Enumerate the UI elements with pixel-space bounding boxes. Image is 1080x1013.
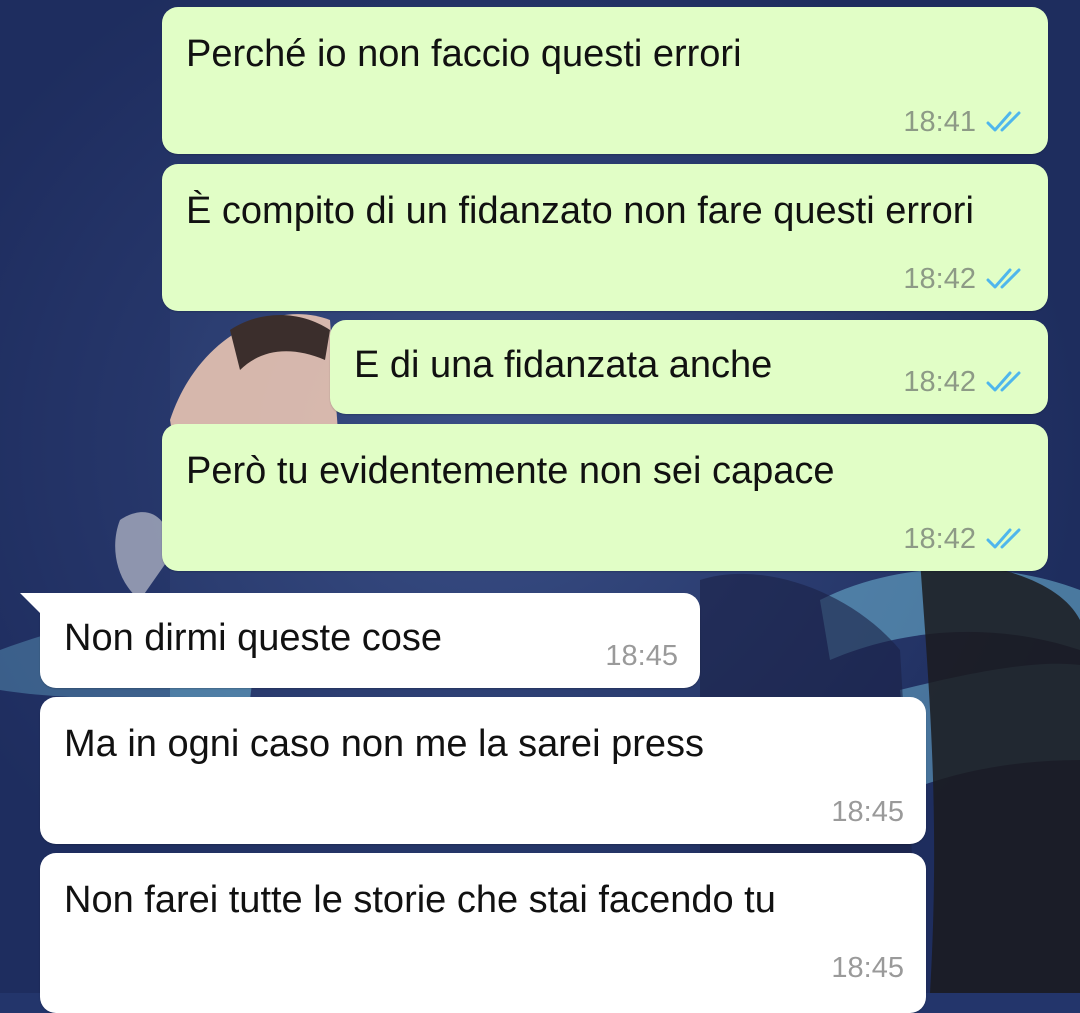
message-text: Perché io non faccio questi errori [186,33,742,75]
message-meta: 18:42 [903,261,1026,297]
message-text: Ma in ogni caso non me la sarei press [64,723,704,765]
message-time: 18:45 [605,639,678,672]
message-meta: 18:41 [903,104,1026,140]
double-check-icon [986,111,1021,132]
message-text: È compito di un fidanzato non fare quest… [186,190,974,232]
incoming-message[interactable]: Ma in ogni caso non me la sarei press 18… [40,697,926,844]
message-time: 18:45 [831,951,904,984]
incoming-message[interactable]: Non dirmi queste cose 18:45 [20,593,700,688]
message-time: 18:42 [903,522,976,555]
message-list[interactable]: Perché io non faccio questi errori 18:41… [0,0,1080,1013]
message-meta: 18:42 [903,364,1026,400]
double-check-icon [986,371,1021,392]
double-check-icon [986,528,1021,549]
message-text: Però tu evidentemente non sei capace [186,450,835,492]
double-check-icon [986,268,1021,289]
outgoing-message[interactable]: È compito di un fidanzato non fare quest… [162,164,1048,311]
bubble-tail [20,593,44,617]
incoming-message[interactable]: Non farei tutte le storie che stai facen… [40,853,926,1013]
outgoing-message[interactable]: Perché io non faccio questi errori 18:41 [162,7,1048,154]
message-meta: 18:45 [831,950,904,986]
message-text: Non dirmi queste cose [64,617,443,659]
message-meta: 18:45 [605,638,678,674]
message-meta: 18:42 [903,521,1026,557]
outgoing-message[interactable]: E di una fidanzata anche 18:42 [330,320,1048,414]
message-text: Non farei tutte le storie che stai facen… [64,879,776,921]
message-time: 18:42 [903,365,976,398]
message-meta: 18:45 [831,794,904,830]
outgoing-message[interactable]: Però tu evidentemente non sei capace 18:… [162,424,1048,571]
message-time: 18:42 [903,262,976,295]
message-time: 18:41 [903,105,976,138]
message-time: 18:45 [831,795,904,828]
